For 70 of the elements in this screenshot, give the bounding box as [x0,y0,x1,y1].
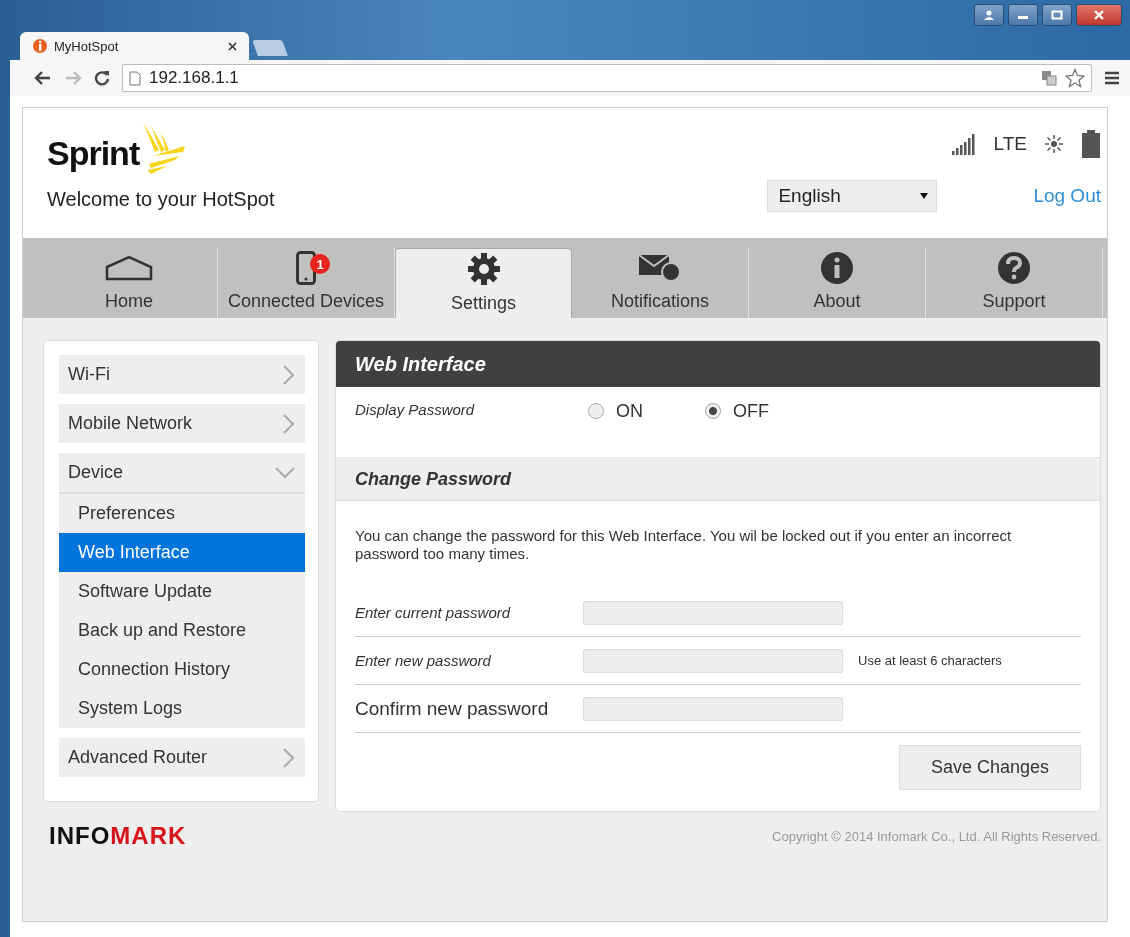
caret-icon [920,193,929,199]
envelope-icon [638,252,682,283]
section-title: Change Password [336,457,1100,501]
minimize-button[interactable] [1008,4,1038,26]
field-label: Enter new password [355,652,492,669]
password-field[interactable] [583,696,843,721]
help-icon [997,250,1031,285]
chevron-down-icon [275,466,295,479]
signal-icon [951,133,978,155]
sidebar-item[interactable]: Wi-Fi [59,355,305,394]
save-button[interactable]: Save Changes [899,745,1081,790]
close-button[interactable] [1076,4,1122,26]
back-icon[interactable] [34,70,52,86]
maximize-button[interactable] [1042,4,1072,26]
description-text: You can change the password for this Web Interface. You wil be locked out if you enter an incorrect password too many times. [355,527,1013,563]
nav-tab[interactable]: Home [41,248,218,318]
nav-tab[interactable]: Notifications [572,248,749,318]
chevron-right-icon [283,364,295,385]
phone-icon [296,250,316,285]
reload-icon[interactable] [94,70,110,86]
browser-tab[interactable]: MyHotSpot [20,32,249,60]
field-label: Confirm new password [355,697,550,720]
sidebar-subitem[interactable]: System Logs [59,689,305,728]
sidebar-subitem[interactable]: Back up and Restore [59,611,305,650]
logo-icon [32,38,48,54]
chevron-right-icon [283,747,295,768]
radio-option[interactable]: ON [588,401,643,457]
menu-icon[interactable] [1104,71,1120,85]
company-logo: INFOMARK [49,822,187,850]
tab-title: MyHotSpot [54,38,120,54]
close-icon[interactable] [228,41,237,51]
chevron-right-icon [283,413,295,434]
nav-tab[interactable]: Settings [395,248,572,318]
radio-option[interactable]: OFF [705,401,769,457]
copyright-text: Copyright © 2014 Infomark Co., Ltd. All Rights Reserved. [772,828,1101,844]
welcome-text: Welcome to your HotSpot [47,188,275,211]
brand-name: Sprint [47,134,140,173]
info-icon [820,250,854,285]
field-label: Enter current password [355,604,512,621]
sidebar-subitem[interactable]: Web Interface [59,533,305,572]
nav-tab[interactable]: Support [926,248,1103,318]
sidebar-item[interactable]: Advanced Router [59,738,305,777]
panel-title: Web Interface [336,341,1100,387]
translate-icon[interactable] [1041,70,1057,86]
password-field[interactable] [583,600,843,625]
star-icon[interactable] [1065,68,1085,88]
home-icon [105,254,153,281]
new-tab-button[interactable] [252,40,288,56]
password-field[interactable] [583,648,843,673]
sun-icon [1043,133,1065,155]
field-label: Display Password [355,401,476,420]
notification-badge: 1 [310,254,330,274]
maximize-icon [1051,10,1063,20]
settings-icon [466,252,501,286]
logout-link[interactable]: Log Out [1033,185,1101,207]
user-button[interactable] [974,4,1004,26]
battery-icon [1081,130,1101,158]
nav-tab[interactable]: About [749,248,926,318]
address-bar[interactable]: 192.168.1.1 [122,64,1092,92]
sidebar-subitem[interactable]: Connection History [59,650,305,689]
sidebar-subitem[interactable]: Preferences [59,494,305,533]
sidebar-item[interactable]: Mobile Network [59,404,305,443]
close-icon [1093,10,1105,20]
hint-text: Use at least 6 characters [858,653,1002,668]
person-icon [983,10,995,20]
network-type: LTE [993,133,1027,155]
language-select[interactable]: English [767,180,938,212]
sidebar-item[interactable]: Device [59,453,305,494]
sidebar-subitem[interactable]: Software Update [59,572,305,611]
page-icon [129,70,141,86]
